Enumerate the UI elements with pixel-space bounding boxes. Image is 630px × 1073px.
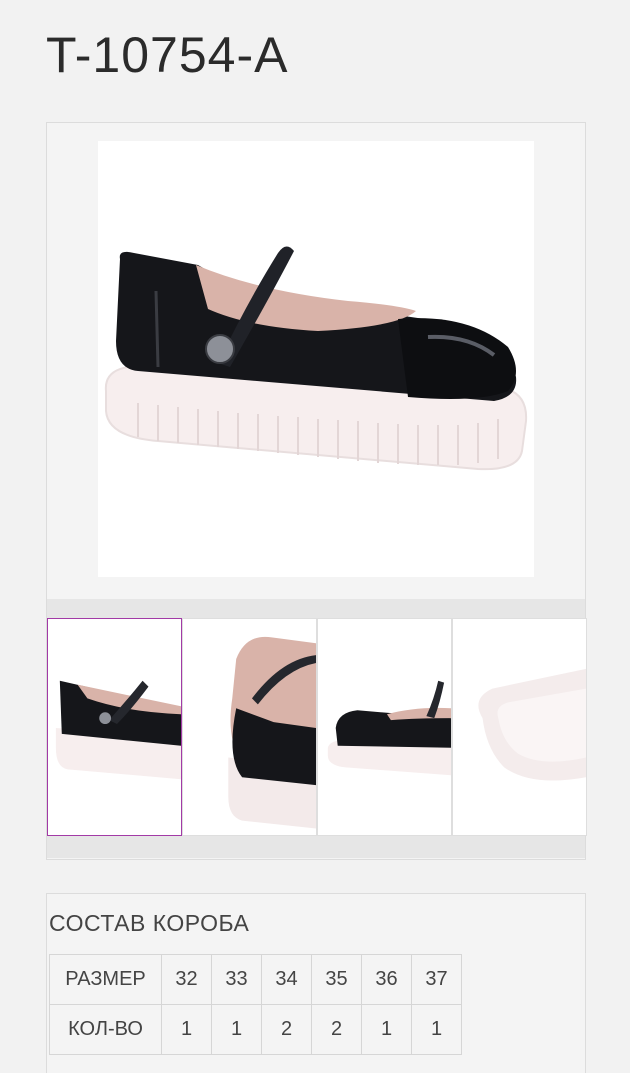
size-cell: 35 xyxy=(311,954,362,1005)
size-cell: 37 xyxy=(411,954,462,1005)
quantity-cell: 1 xyxy=(411,1004,462,1055)
thumb-sole-view xyxy=(478,668,586,781)
gallery-bottom-bar xyxy=(47,836,585,858)
gallery-divider xyxy=(47,599,585,619)
size-cell: 36 xyxy=(361,954,412,1005)
size-table: РАЗМЕР 32 33 34 35 36 37 КОЛ-ВО 1 1 2 2 … xyxy=(49,954,462,1055)
main-product-image[interactable] xyxy=(98,141,534,577)
quantity-cell: 2 xyxy=(311,1004,362,1055)
size-cell: 32 xyxy=(161,954,212,1005)
box-composition: СОСТАВ КОРОБА РАЗМЕР 32 33 34 35 36 37 К… xyxy=(46,893,586,1073)
quantity-cell: 2 xyxy=(261,1004,312,1055)
size-row: РАЗМЕР 32 33 34 35 36 37 xyxy=(49,954,462,1005)
quantity-header: КОЛ-ВО xyxy=(49,1004,162,1055)
quantity-row: КОЛ-ВО 1 1 2 2 1 1 xyxy=(49,1004,462,1055)
thumbnail-4[interactable] xyxy=(452,618,587,836)
box-title: СОСТАВ КОРОБА xyxy=(49,910,250,936)
thumbnail-2[interactable] xyxy=(182,618,317,836)
thumbnail-3[interactable] xyxy=(317,618,452,836)
thumbnail-strip xyxy=(47,618,587,836)
thumbnail-1[interactable] xyxy=(47,618,182,836)
size-cell: 33 xyxy=(211,954,262,1005)
thumb-angled-view xyxy=(327,680,451,776)
size-header: РАЗМЕР xyxy=(49,954,162,1005)
size-cell: 34 xyxy=(261,954,312,1005)
quantity-cell: 1 xyxy=(361,1004,412,1055)
product-gallery xyxy=(46,122,587,860)
shoe-main-illustration xyxy=(104,246,528,471)
quantity-cell: 1 xyxy=(161,1004,212,1055)
quantity-cell: 1 xyxy=(211,1004,262,1055)
thumb-side-view xyxy=(55,680,181,780)
thumb-front-view xyxy=(228,636,316,829)
product-title: T-10754-A xyxy=(46,27,289,83)
